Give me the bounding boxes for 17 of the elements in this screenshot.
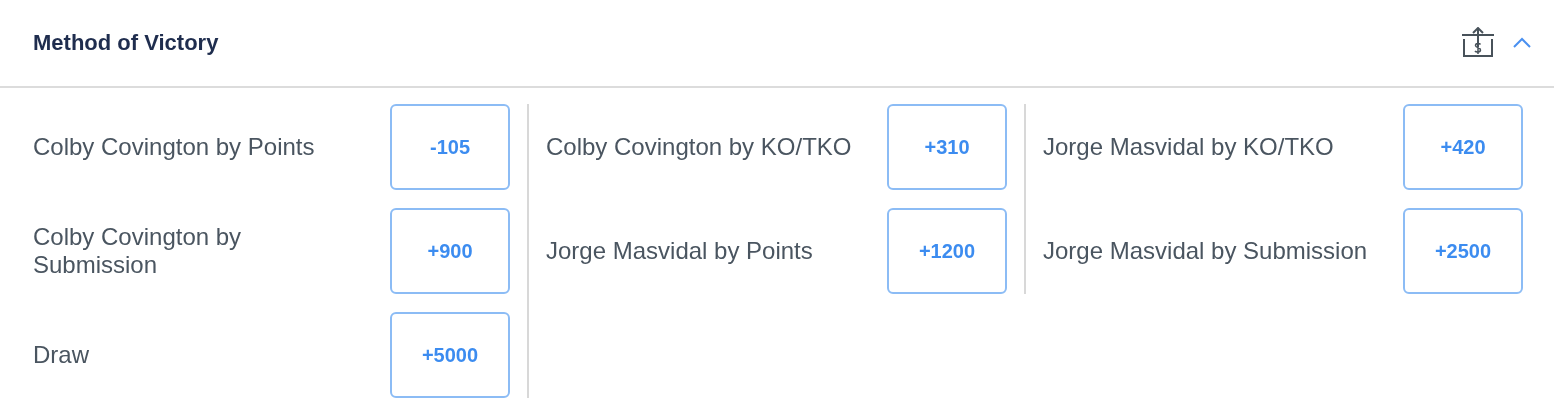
money-transfer-icon[interactable]: [1460, 27, 1496, 59]
collapse-chevron-icon[interactable]: [1512, 37, 1532, 49]
odds-button[interactable]: +420: [1403, 104, 1523, 190]
outcome-label: Draw: [33, 341, 90, 369]
outcome-label: Jorge Masvidal by KO/TKO: [1043, 133, 1335, 161]
outcome-label: Jorge Masvidal by Submission: [1043, 237, 1369, 265]
outcome-label: Colby Covington by Points: [33, 133, 316, 161]
odds-button[interactable]: -105: [390, 104, 510, 190]
section-title: Method of Victory: [33, 30, 220, 56]
odds-button[interactable]: +2500: [1403, 208, 1523, 294]
outcome-label: Jorge Masvidal by Points: [546, 237, 814, 265]
outcome-label: Colby Covington by Submission: [33, 223, 243, 279]
odds-button[interactable]: +5000: [390, 312, 510, 398]
outcome-label: Colby Covington by KO/TKO: [546, 133, 853, 161]
odds-button[interactable]: +1200: [887, 208, 1007, 294]
odds-button[interactable]: +900: [390, 208, 510, 294]
odds-button[interactable]: +310: [887, 104, 1007, 190]
